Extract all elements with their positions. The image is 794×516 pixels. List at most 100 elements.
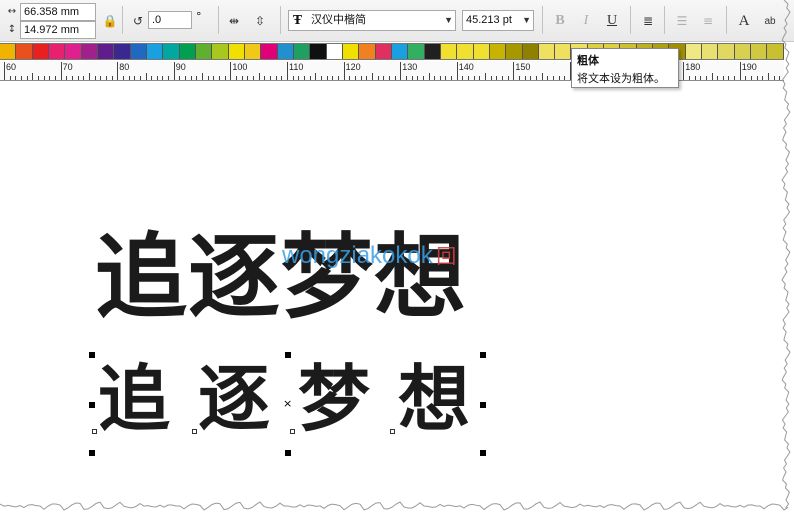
char-node[interactable] bbox=[290, 429, 295, 434]
ruler-tick bbox=[270, 76, 272, 80]
color-swatch[interactable] bbox=[391, 44, 409, 59]
color-swatch[interactable] bbox=[277, 44, 294, 59]
ruler-tick bbox=[258, 73, 260, 80]
ruler-tick bbox=[83, 76, 85, 80]
italic-button[interactable]: I bbox=[576, 11, 596, 31]
selection-handle-top-left[interactable] bbox=[89, 352, 95, 358]
color-swatch[interactable] bbox=[228, 44, 245, 59]
ruler-tick bbox=[343, 62, 345, 80]
color-swatch[interactable] bbox=[489, 44, 507, 59]
bold-button[interactable]: B bbox=[550, 11, 570, 31]
color-swatch[interactable] bbox=[310, 44, 327, 59]
color-swatch[interactable] bbox=[195, 44, 213, 59]
color-swatch[interactable] bbox=[555, 44, 572, 59]
mirror-horizontal-icon[interactable]: ⇹ bbox=[224, 11, 244, 31]
font-size-select[interactable]: 45.213 pt ▼ bbox=[462, 10, 534, 31]
color-swatch[interactable] bbox=[424, 44, 441, 59]
color-swatch[interactable] bbox=[32, 44, 49, 59]
color-swatch[interactable] bbox=[408, 44, 425, 59]
char-node[interactable] bbox=[390, 429, 395, 434]
chevron-down-icon[interactable]: ▼ bbox=[522, 11, 531, 30]
ruler-label: 120 bbox=[345, 62, 361, 72]
color-swatch[interactable] bbox=[522, 44, 539, 59]
ruler-label: 90 bbox=[175, 62, 186, 72]
selected-text-char[interactable]: 逐 bbox=[198, 354, 270, 444]
color-swatch[interactable] bbox=[97, 44, 115, 59]
color-swatch[interactable] bbox=[359, 44, 376, 59]
ruler-tick bbox=[326, 76, 328, 80]
selection-handle-bottom-center[interactable] bbox=[285, 450, 291, 456]
color-swatch[interactable] bbox=[212, 44, 229, 59]
edit-text-button[interactable]: ab bbox=[760, 11, 780, 31]
color-swatch[interactable] bbox=[48, 44, 66, 59]
ruler-tick bbox=[400, 62, 402, 80]
height-field[interactable]: 14.972 mm bbox=[20, 21, 96, 39]
color-swatch[interactable] bbox=[16, 44, 33, 59]
selection-handle-middle-left[interactable] bbox=[89, 402, 95, 408]
ruler-tick bbox=[479, 76, 481, 80]
ruler-tick bbox=[694, 76, 696, 80]
center-marker-icon[interactable]: × bbox=[283, 398, 292, 409]
color-swatch[interactable] bbox=[114, 44, 131, 59]
color-swatch[interactable] bbox=[179, 44, 196, 59]
color-swatch[interactable] bbox=[506, 44, 523, 59]
char-node[interactable] bbox=[192, 429, 197, 434]
color-swatch[interactable] bbox=[65, 44, 82, 59]
underline-button[interactable]: U bbox=[602, 11, 622, 31]
chevron-down-icon[interactable]: ▼ bbox=[444, 11, 453, 30]
selection-handle-top-center[interactable] bbox=[285, 352, 291, 358]
color-swatch[interactable] bbox=[457, 44, 474, 59]
char-node[interactable] bbox=[92, 429, 97, 434]
color-swatch[interactable] bbox=[163, 44, 180, 59]
selection-handle-middle-right[interactable] bbox=[480, 402, 486, 408]
ruler-tick bbox=[722, 76, 724, 80]
rotation-field[interactable]: .0 bbox=[148, 11, 192, 29]
ruler-tick bbox=[490, 76, 492, 80]
drawing-canvas[interactable]: 追逐梦想 wongziakokok 回 追逐梦想 × bbox=[0, 82, 786, 502]
separator bbox=[542, 6, 543, 34]
selected-text-char[interactable]: 梦 bbox=[298, 354, 370, 444]
selection-handle-bottom-right[interactable] bbox=[480, 450, 486, 456]
color-swatch[interactable] bbox=[130, 44, 147, 59]
text-align-icon[interactable]: ≣ bbox=[638, 11, 658, 31]
ruler-tick bbox=[134, 76, 136, 80]
ruler-tick bbox=[564, 76, 566, 80]
color-swatch[interactable] bbox=[685, 44, 703, 59]
color-swatch[interactable] bbox=[702, 44, 719, 59]
color-swatch[interactable] bbox=[751, 44, 768, 59]
ruler-tick bbox=[688, 76, 690, 80]
color-swatch[interactable] bbox=[146, 44, 164, 59]
color-swatch[interactable] bbox=[440, 44, 458, 59]
ruler-tick bbox=[54, 76, 56, 80]
color-swatch[interactable] bbox=[293, 44, 311, 59]
color-swatch[interactable] bbox=[538, 44, 556, 59]
ruler-label: 100 bbox=[232, 62, 248, 72]
selected-text-char[interactable]: 追 bbox=[98, 354, 170, 444]
ruler-tick bbox=[156, 76, 158, 80]
width-field[interactable]: 66.358 mm bbox=[20, 3, 96, 21]
drop-cap-icon[interactable]: ≡ bbox=[698, 11, 718, 31]
color-swatch[interactable] bbox=[261, 44, 278, 59]
color-swatch[interactable] bbox=[375, 44, 392, 59]
font-name-select[interactable]: Ŧ 汉仪中楷简 ▼ bbox=[288, 10, 456, 31]
color-swatch[interactable] bbox=[342, 44, 360, 59]
color-swatch[interactable] bbox=[734, 44, 752, 59]
color-swatch[interactable] bbox=[81, 44, 98, 59]
ruler-tick bbox=[94, 76, 96, 80]
color-swatch[interactable] bbox=[0, 44, 17, 59]
selection-handle-top-right[interactable] bbox=[480, 352, 486, 358]
color-swatch[interactable] bbox=[326, 44, 343, 59]
selection-handle-bottom-left[interactable] bbox=[89, 450, 95, 456]
mirror-vertical-icon[interactable]: ⇳ bbox=[250, 11, 270, 31]
lock-ratio-icon[interactable]: 🔒 bbox=[100, 11, 120, 31]
color-swatch[interactable] bbox=[767, 44, 784, 59]
separator bbox=[218, 6, 219, 34]
color-swatch[interactable] bbox=[718, 44, 735, 59]
ruler-tick bbox=[66, 76, 68, 80]
color-swatch[interactable] bbox=[244, 44, 262, 59]
text-properties-icon[interactable]: A bbox=[734, 11, 754, 31]
bullet-list-icon[interactable]: ☰ bbox=[672, 11, 692, 31]
selected-text-char[interactable]: 想 bbox=[398, 354, 470, 444]
color-swatch[interactable] bbox=[473, 44, 490, 59]
width-icon: ↔ bbox=[7, 5, 17, 17]
